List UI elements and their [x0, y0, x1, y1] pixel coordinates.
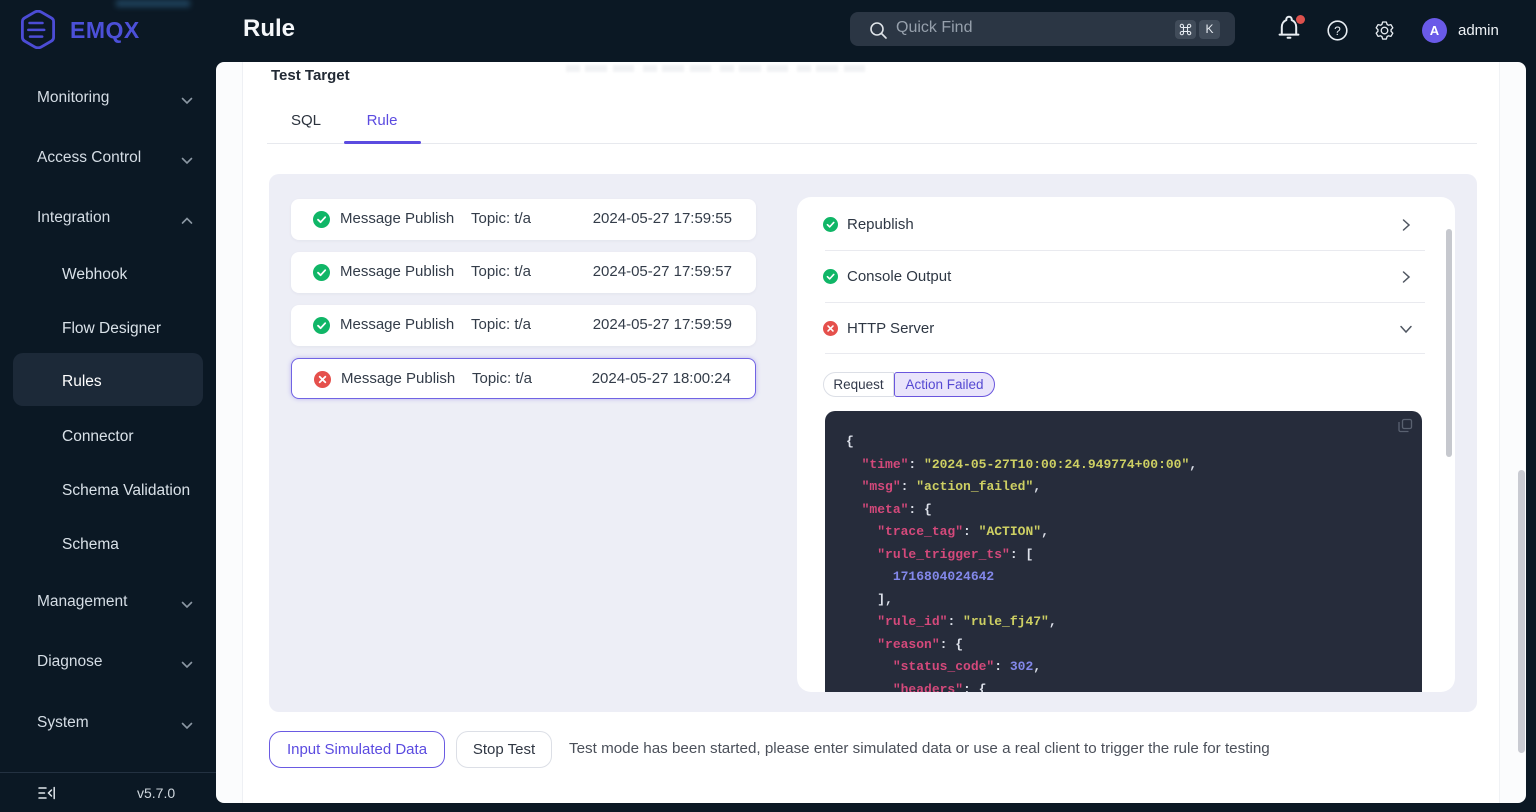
svg-text:?: ?	[1334, 24, 1341, 38]
